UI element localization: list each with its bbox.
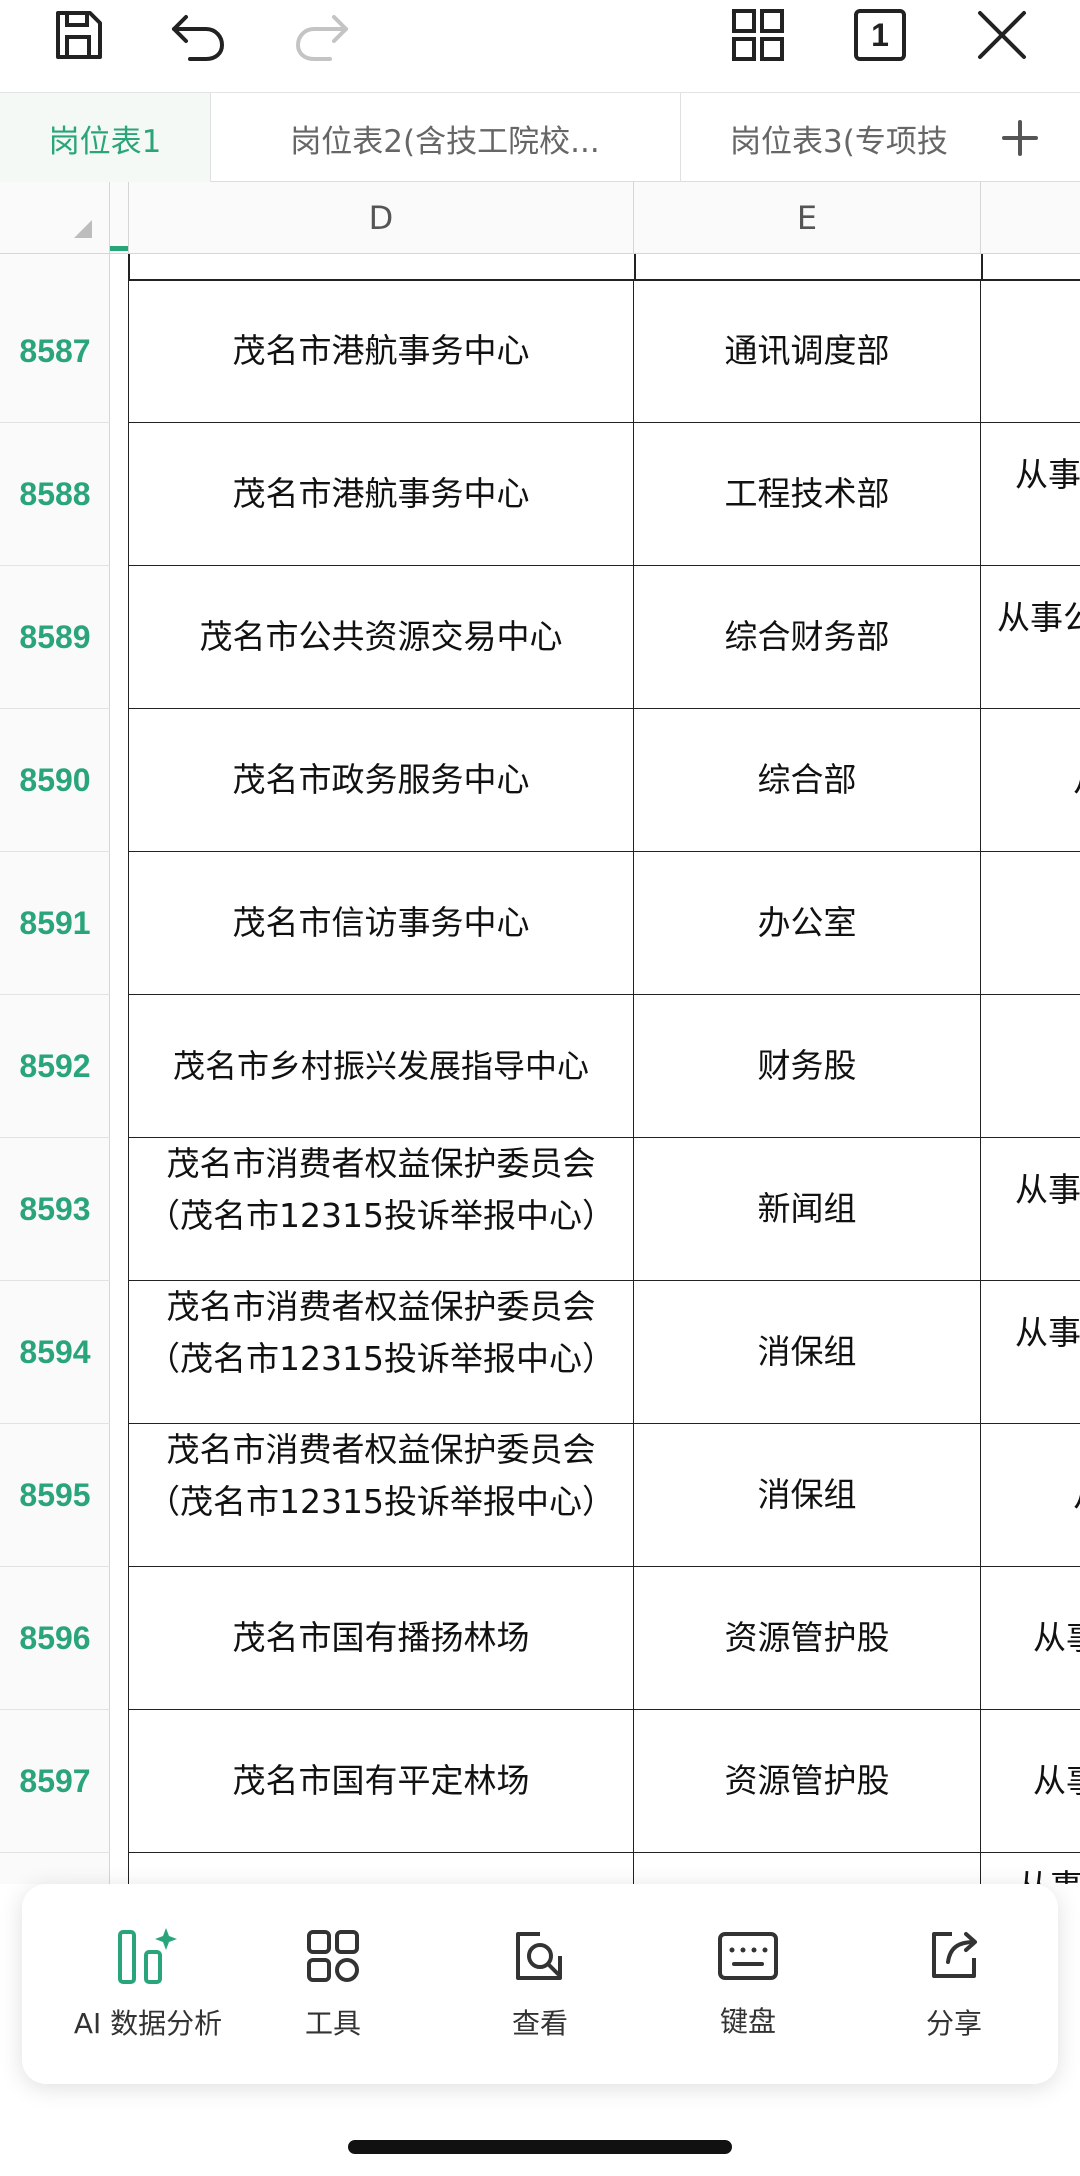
- ai-analysis-icon: [116, 1926, 180, 1990]
- cell-d[interactable]: 茂名市消费者权益保护委员会（茂名市12315投诉举报中心）: [128, 1424, 634, 1567]
- page-count-icon[interactable]: 1: [840, 0, 920, 70]
- cell-d[interactable]: 茂名市公共资源交易中心: [128, 566, 634, 709]
- table-row: 8588 茂名市港航事务中心 工程技术部 从事: [0, 423, 1080, 566]
- add-sheet-icon[interactable]: [990, 93, 1050, 183]
- view-label: 查看: [511, 2007, 568, 2040]
- cell-f[interactable]: [981, 852, 1080, 995]
- cell-f[interactable]: 从事: [981, 1710, 1080, 1853]
- column-header-e[interactable]: E: [634, 182, 981, 254]
- sheet-tabs: 岗位表1 岗位表2(含技工院校... 岗位表3(专项技: [0, 92, 1080, 183]
- cell-f[interactable]: 从事: [981, 1567, 1080, 1710]
- cell-f[interactable]: 从事: [981, 423, 1080, 566]
- spreadsheet-grid[interactable]: 8587 茂名市港航事务中心 通讯调度部 8588 茂名市港航事务中心 工程技术…: [0, 254, 1080, 1884]
- cell-d[interactable]: 茂名市乡村振兴发展指导中心: [128, 995, 634, 1138]
- cell-d[interactable]: 茂名市港航事务中心: [128, 280, 634, 423]
- cell-f[interactable]: 从: [981, 1424, 1080, 1567]
- row-number[interactable]: 8594: [0, 1281, 110, 1424]
- cell-f[interactable]: 从事: [981, 1853, 1080, 1884]
- top-toolbar: 1: [0, 0, 1080, 92]
- cell-f[interactable]: 从: [981, 709, 1080, 852]
- row-number[interactable]: 8589: [0, 566, 110, 709]
- cell-d[interactable]: 茂名市政务服务中心: [128, 709, 634, 852]
- tab-divider: [680, 93, 681, 183]
- row-number[interactable]: 8598: [0, 1853, 110, 1884]
- cell-d[interactable]: 茂名市国有平定林场: [128, 1710, 634, 1853]
- cell-e[interactable]: 资源管护股: [634, 1710, 981, 1853]
- row-number[interactable]: 8595: [0, 1424, 110, 1567]
- cell-f[interactable]: [981, 280, 1080, 423]
- save-icon[interactable]: [38, 0, 118, 70]
- cell-f[interactable]: [981, 995, 1080, 1138]
- table-row: 8587 茂名市港航事务中心 通讯调度部: [0, 280, 1080, 423]
- cell-d[interactable]: [128, 1853, 634, 1884]
- share-icon: [924, 1926, 984, 1990]
- tools-label: 工具: [304, 2007, 361, 2040]
- bottom-action-bar: AI 数据分析 工具 查看 键盘 分享: [22, 1884, 1058, 2084]
- column-header-row: D E: [0, 182, 1080, 254]
- row-number[interactable]: 8591: [0, 852, 110, 995]
- ai-analysis-label: AI 数据分析: [73, 2007, 223, 2040]
- row-number[interactable]: 8592: [0, 995, 110, 1138]
- cell-e[interactable]: 资源管护股: [634, 1567, 981, 1710]
- partial-row: [0, 254, 1080, 281]
- table-row: 8596 茂名市国有播扬林场 资源管护股 从事: [0, 1567, 1080, 1710]
- table-row: 8593 茂名市消费者权益保护委员会（茂名市12315投诉举报中心） 新闻组 从…: [0, 1138, 1080, 1281]
- ai-analysis-button[interactable]: AI 数据分析: [58, 1884, 238, 2084]
- share-label: 分享: [925, 2007, 982, 2040]
- cell-f[interactable]: 从事: [981, 1138, 1080, 1281]
- cell-d[interactable]: 茂名市港航事务中心: [128, 423, 634, 566]
- table-row: 8590 茂名市政务服务中心 综合部 从: [0, 709, 1080, 852]
- cell-d[interactable]: 茂名市消费者权益保护委员会（茂名市12315投诉举报中心）: [128, 1281, 634, 1424]
- tab-sheet-3[interactable]: 岗位表3(专项技: [700, 93, 970, 183]
- selection-indicator: [110, 246, 128, 251]
- share-button[interactable]: 分享: [864, 1884, 1044, 2084]
- select-all-corner[interactable]: [0, 182, 110, 254]
- row-number[interactable]: 8593: [0, 1138, 110, 1281]
- home-indicator[interactable]: [348, 2140, 732, 2154]
- cell-e[interactable]: 办公室: [634, 852, 981, 995]
- cell-d[interactable]: 茂名市消费者权益保护委员会（茂名市12315投诉举报中心）: [128, 1138, 634, 1281]
- cell-d[interactable]: 茂名市国有播扬林场: [128, 1567, 634, 1710]
- table-row: 8592 茂名市乡村振兴发展指导中心 财务股: [0, 995, 1080, 1138]
- table-row: 8591 茂名市信访事务中心 办公室: [0, 852, 1080, 995]
- keyboard-icon: [716, 1928, 780, 1988]
- column-header-f[interactable]: [981, 182, 1080, 254]
- row-number[interactable]: 8590: [0, 709, 110, 852]
- table-row: 8598 从事: [0, 1853, 1080, 1884]
- close-icon[interactable]: [962, 0, 1042, 70]
- view-icon: [510, 1926, 570, 1990]
- tab-sheet-2[interactable]: 岗位表2(含技工院校...: [211, 93, 679, 183]
- undo-icon[interactable]: [158, 0, 238, 70]
- view-button[interactable]: 查看: [450, 1884, 630, 2084]
- table-row: 8589 茂名市公共资源交易中心 综合财务部 从事公: [0, 566, 1080, 709]
- cell-d[interactable]: 茂名市信访事务中心: [128, 852, 634, 995]
- page-count: 1: [854, 9, 906, 61]
- cell-e[interactable]: 新闻组: [634, 1138, 981, 1281]
- redo-icon[interactable]: [282, 0, 362, 70]
- cell-e[interactable]: 综合财务部: [634, 566, 981, 709]
- tools-icon: [303, 1926, 363, 1990]
- cell-e[interactable]: 工程技术部: [634, 423, 981, 566]
- row-number[interactable]: 8597: [0, 1710, 110, 1853]
- keyboard-label: 键盘: [719, 2005, 776, 2038]
- tab-sheet-1[interactable]: 岗位表1: [0, 93, 210, 183]
- keyboard-button[interactable]: 键盘: [658, 1884, 838, 2084]
- table-row: 8595 茂名市消费者权益保护委员会（茂名市12315投诉举报中心） 消保组 从: [0, 1424, 1080, 1567]
- cell-f[interactable]: 从事: [981, 1281, 1080, 1424]
- cell-e[interactable]: 消保组: [634, 1424, 981, 1567]
- cell-f[interactable]: 从事公: [981, 566, 1080, 709]
- row-number[interactable]: 8596: [0, 1567, 110, 1710]
- grid-view-icon[interactable]: [718, 0, 798, 70]
- tools-button[interactable]: 工具: [243, 1884, 423, 2084]
- cell-e[interactable]: 通讯调度部: [634, 280, 981, 423]
- table-row: 8594 茂名市消费者权益保护委员会（茂名市12315投诉举报中心） 消保组 从…: [0, 1281, 1080, 1424]
- cell-e[interactable]: 财务股: [634, 995, 981, 1138]
- cell-e[interactable]: 综合部: [634, 709, 981, 852]
- row-number[interactable]: 8588: [0, 423, 110, 566]
- cell-e[interactable]: [634, 1853, 981, 1884]
- table-row: 8597 茂名市国有平定林场 资源管护股 从事: [0, 1710, 1080, 1853]
- cell-e[interactable]: 消保组: [634, 1281, 981, 1424]
- column-header-d[interactable]: D: [128, 182, 634, 254]
- row-number[interactable]: 8587: [0, 280, 110, 423]
